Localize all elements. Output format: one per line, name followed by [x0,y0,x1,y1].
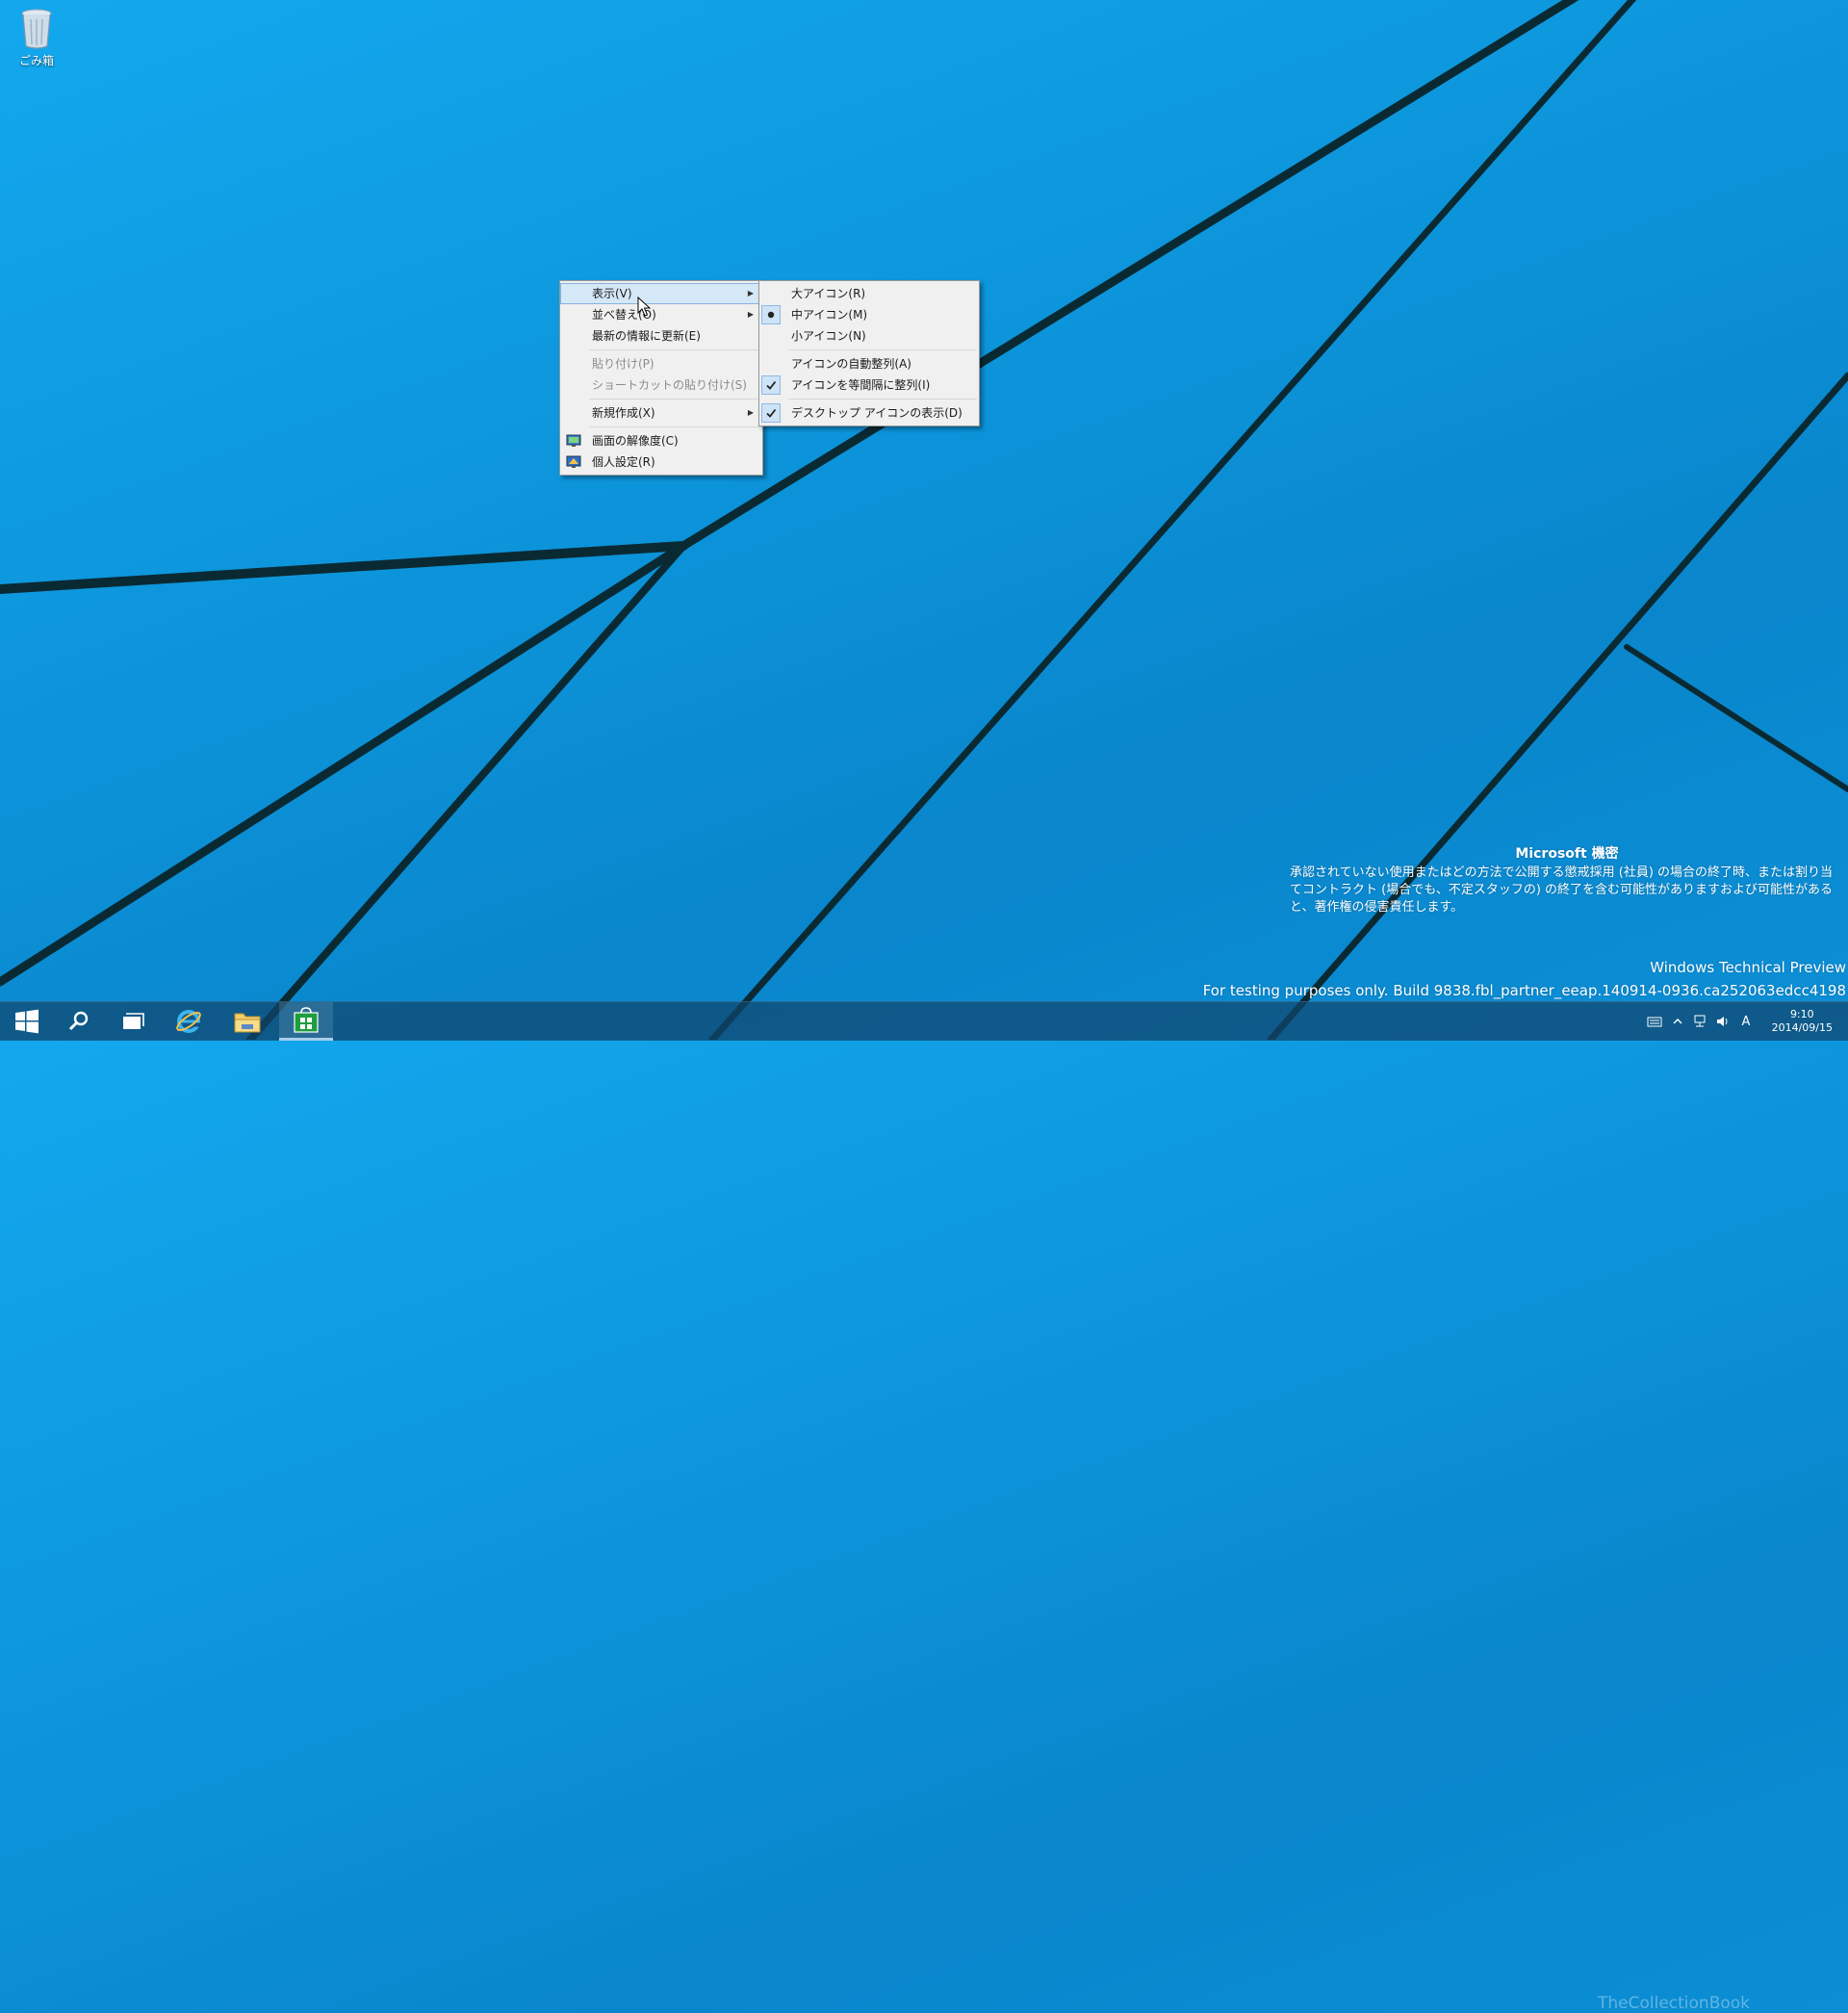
menu-item-label: 貼り付け(P) [592,357,654,371]
search-icon [68,1011,89,1031]
internet-explorer-icon [176,1010,201,1033]
store-button[interactable] [279,1002,333,1041]
folder-icon [234,1013,261,1033]
menu-item-new[interactable]: 新規作成(X) ▶ [560,402,762,424]
task-view-icon [123,1013,144,1029]
menu-item-label: 個人設定(R) [592,455,655,469]
menu-separator [788,349,977,350]
show-hidden-icons-chevron-icon[interactable] [1667,1018,1688,1025]
desktop-context-menu: 表示(V) ▶ 並べ替え(O) ▶ 最新の情報に更新(E) 貼り付け(P) ショ… [559,280,763,476]
store-icon [294,1006,319,1033]
menu-separator [589,349,760,350]
menu-item-label: 中アイコン(M) [791,308,868,322]
menu-item-screen-resolution[interactable]: 画面の解像度(C) [560,430,762,452]
menu-item-label: 最新の情報に更新(E) [592,329,701,343]
checkmark-icon [761,375,781,395]
menu-item-label: アイコンを等間隔に整列(I) [791,378,931,392]
network-icon[interactable] [1688,1015,1711,1028]
menu-separator [788,399,977,400]
task-view-button[interactable] [106,1002,160,1041]
recycle-bin-icon [17,6,56,50]
menu-item-align-to-grid[interactable]: アイコンを等間隔に整列(I) [759,374,979,396]
menu-item-sort[interactable]: 並べ替え(O) ▶ [560,304,762,325]
submenu-arrow-icon: ▶ [747,310,754,319]
menu-item-label: デスクトップ アイコンの表示(D) [791,406,962,420]
menu-separator [589,426,760,427]
ime-indicator[interactable]: A [1734,1015,1758,1029]
watermark-build: For testing purposes only. Build 9838.fb… [1202,982,1846,999]
clock-time: 9:10 [1789,1008,1814,1020]
watermark-title: Microsoft 機密 [1515,846,1619,862]
menu-separator [589,399,760,400]
menu-item-small-icons[interactable]: 小アイコン(N) [759,325,979,347]
bullet-icon [761,305,781,324]
menu-item-label: ショートカットの貼り付け(S) [592,378,747,392]
menu-item-personalize[interactable]: 個人設定(R) [560,452,762,473]
internet-explorer-button[interactable] [162,1002,216,1041]
menu-item-label: アイコンの自動整列(A) [791,357,911,371]
menu-item-view[interactable]: 表示(V) ▶ [560,283,762,304]
clock-date: 2014/09/15 [1771,1021,1833,1034]
system-tray: A [1642,1002,1758,1041]
volume-icon[interactable] [1711,1015,1734,1028]
menu-item-label: 画面の解像度(C) [592,434,679,448]
menu-item-label: 表示(V) [592,287,632,300]
menu-item-label: 大アイコン(R) [791,287,866,300]
menu-item-auto-arrange[interactable]: アイコンの自動整列(A) [759,353,979,374]
taskbar: A 9:10 2014/09/15 TheCollectionBook [0,1001,1848,2013]
menu-item-paste-shortcut[interactable]: ショートカットの貼り付け(S) [560,374,762,396]
watermark-body: 承認されていない使用またはどの方法で公開する懲戒採用 (社員) の場合の終了時、… [1290,865,1834,915]
checkmark-icon [761,403,781,423]
watermark-preview: Windows Technical Preview [1650,959,1846,976]
windows-logo-icon [15,1009,38,1034]
view-submenu: 大アイコン(R) 中アイコン(M) 小アイコン(N) アイコンの自動整列(A) … [758,280,980,426]
personalize-icon [566,454,581,470]
menu-item-medium-icons[interactable]: 中アイコン(M) [759,304,979,325]
search-button[interactable] [52,1002,106,1041]
menu-item-show-desktop-icons[interactable]: デスクトップ アイコンの表示(D) [759,402,979,424]
overlay-watermark-logo: TheCollectionBook [1598,1994,1751,2013]
display-icon [566,433,581,449]
menu-item-label: 小アイコン(N) [791,329,866,343]
start-button[interactable] [0,1002,54,1041]
mouse-cursor-icon [637,297,651,317]
recycle-bin[interactable]: ごみ箱 [12,6,62,68]
taskbar-clock[interactable]: 9:10 2014/09/15 [1772,1008,1833,1035]
menu-item-refresh[interactable]: 最新の情報に更新(E) [560,325,762,347]
submenu-arrow-icon: ▶ [747,408,754,417]
menu-item-label: 新規作成(X) [592,406,655,420]
file-explorer-button[interactable] [220,1002,274,1041]
keyboard-icon[interactable] [1642,1016,1667,1027]
recycle-bin-label: ごみ箱 [18,54,54,67]
submenu-arrow-icon: ▶ [747,289,754,297]
menu-item-large-icons[interactable]: 大アイコン(R) [759,283,979,304]
menu-item-paste[interactable]: 貼り付け(P) [560,353,762,374]
